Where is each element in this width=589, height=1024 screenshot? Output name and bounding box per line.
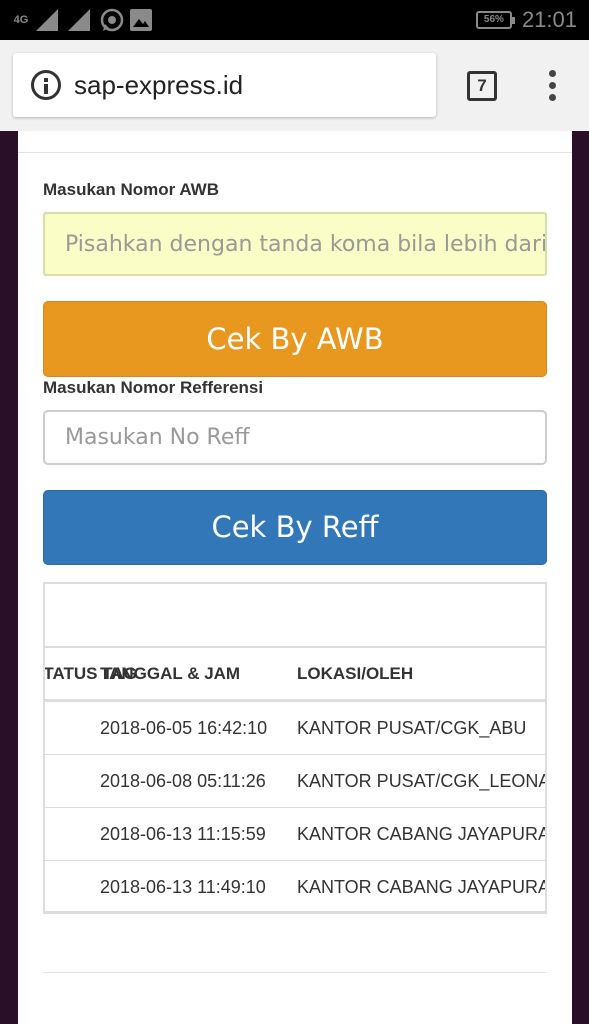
table-row: 2018-06-08 05:11:26 KANTOR PUSAT/CGK_LEO… bbox=[45, 755, 545, 808]
check-by-reff-button[interactable]: Cek By Reff bbox=[43, 490, 547, 565]
tab-switcher-button[interactable]: 7 bbox=[467, 71, 497, 101]
reff-label: Masukan Nomor Refferensi bbox=[43, 378, 264, 397]
table-caption-area bbox=[45, 584, 545, 648]
row-datetime: 2018-06-13 11:15:59 bbox=[100, 824, 266, 844]
gallery-icon bbox=[130, 9, 152, 31]
overflow-menu-icon[interactable] bbox=[547, 70, 557, 102]
divider bbox=[43, 972, 547, 973]
row-location: KANTOR CABANG JAYAPURA/DJJ bbox=[297, 824, 545, 844]
status-bar: 4G 56% 21:01 bbox=[0, 0, 589, 40]
whatsapp-icon bbox=[100, 8, 124, 32]
row-datetime: 2018-06-13 11:49:10 bbox=[100, 877, 266, 897]
table-row: 2018-06-05 16:42:10 KANTOR PUSAT/CGK_ABU bbox=[45, 702, 545, 755]
battery-icon: 56% bbox=[475, 11, 515, 29]
table-row: 2018-06-13 11:49:10 KANTOR CABANG JAYAPU… bbox=[45, 861, 545, 912]
row-datetime: 2018-06-08 05:11:26 bbox=[100, 771, 266, 791]
network-type: 4G bbox=[13, 14, 29, 26]
table-row: 2018-06-13 11:15:59 KANTOR CABANG JAYAPU… bbox=[45, 808, 545, 861]
reff-input[interactable]: Masukan No Reff bbox=[43, 410, 547, 465]
row-location: KANTOR PUSAT/CGK_ABU bbox=[297, 718, 527, 738]
row-datetime: 2018-06-05 16:42:10 bbox=[100, 718, 268, 738]
row-location: KANTOR PUSAT/CGK_LEONARDO bbox=[297, 771, 545, 791]
clock: 21:01 bbox=[521, 7, 577, 32]
awb-label: Masukan Nomor AWB bbox=[43, 180, 220, 199]
browser-toolbar: sap-express.id 7 bbox=[0, 40, 589, 131]
address-bar[interactable]: sap-express.id bbox=[13, 53, 436, 117]
status-bar-right: 56% 21:01 bbox=[475, 7, 577, 33]
divider bbox=[18, 152, 572, 153]
table-header-row: STATUS TAG TANGGAL & JAM LOKASI/OLEH bbox=[45, 648, 545, 702]
header-datetime: TANGGAL & JAM bbox=[100, 664, 241, 683]
header-location: LOKASI/OLEH bbox=[297, 664, 414, 683]
awb-input[interactable]: Pisahkan dengan tanda koma bila lebih da… bbox=[43, 212, 547, 276]
tracking-table[interactable]: STATUS TAG TANGGAL & JAM LOKASI/OLEH 201… bbox=[43, 582, 547, 914]
tracking-table-scroll[interactable]: STATUS TAG TANGGAL & JAM LOKASI/OLEH 201… bbox=[45, 584, 545, 912]
check-by-awb-button[interactable]: Cek By AWB bbox=[43, 301, 547, 377]
url-text[interactable]: sap-express.id bbox=[74, 70, 243, 101]
status-bar-left: 4G bbox=[12, 8, 152, 32]
row-location: KANTOR CABANG JAYAPURA/DJJ bbox=[297, 877, 545, 897]
page-content: Masukan Nomor AWB Pisahkan dengan tanda … bbox=[18, 131, 572, 1024]
signal-sim2-icon bbox=[68, 9, 94, 31]
info-icon[interactable] bbox=[31, 70, 61, 100]
signal-sim1-icon bbox=[36, 9, 62, 31]
